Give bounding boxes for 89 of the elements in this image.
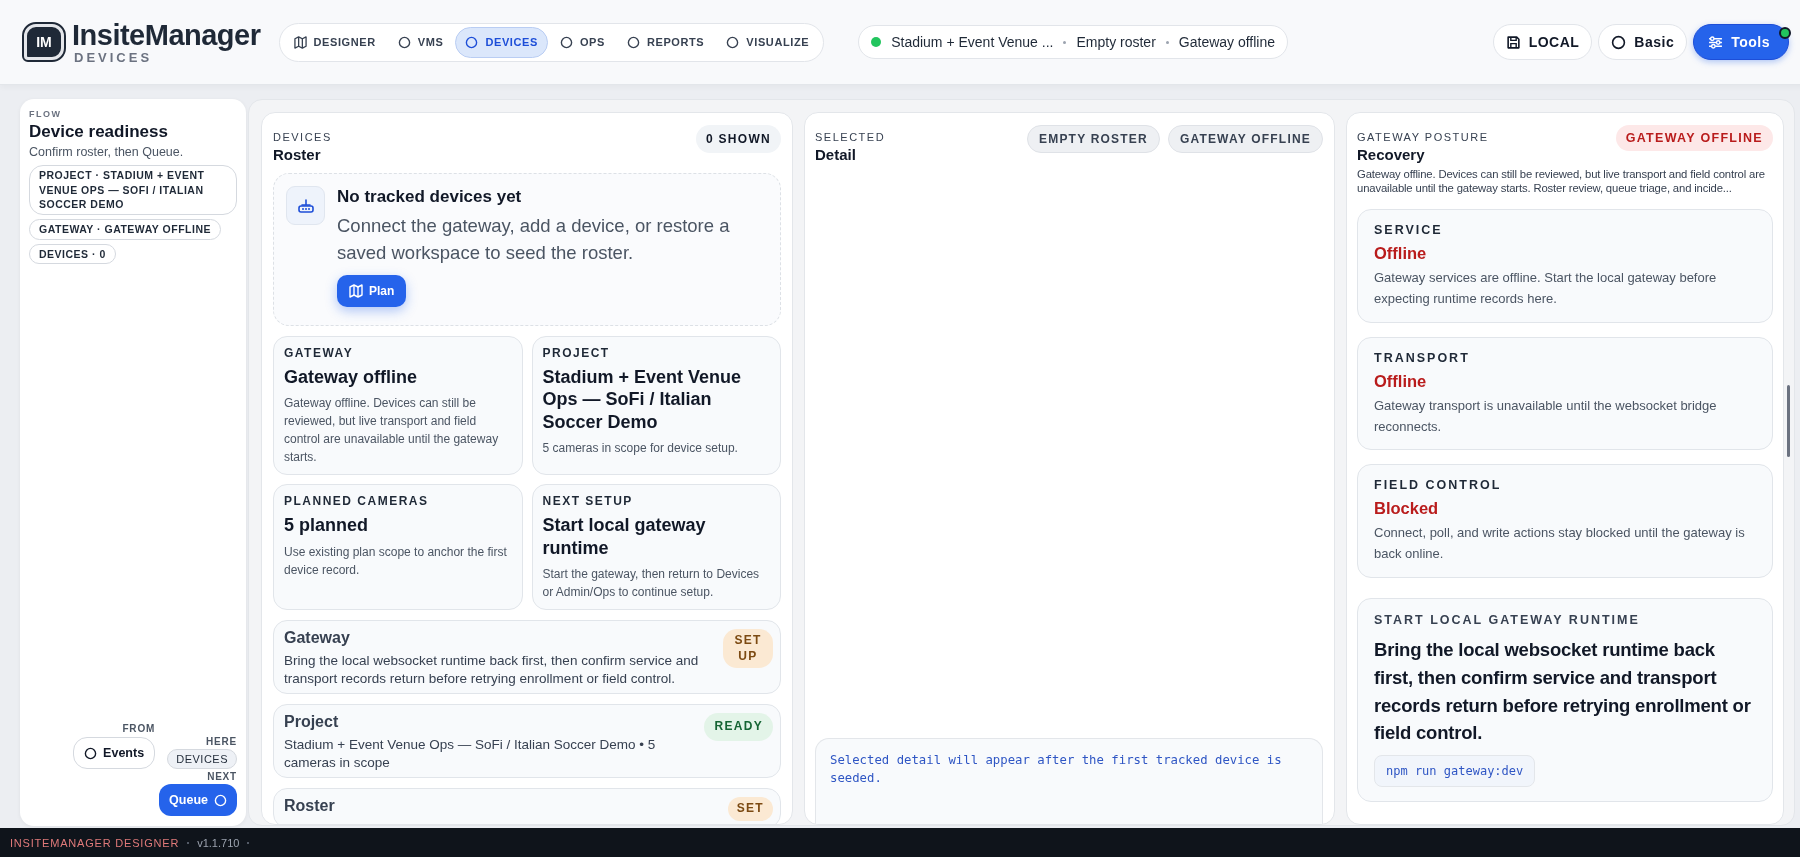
row-text: Bring the local websocket runtime back first, then confirm service and transport records return before retrying enrollment or field control. xyxy=(284,652,700,688)
nav-tab[interactable]: OPS xyxy=(549,26,615,58)
context-chip: PROJECT · STADIUM + EVENT VENUE OPS — SOFI / ITALIAN SOCCER DEMO xyxy=(29,165,237,216)
card-label: NEXT SETUP xyxy=(542,494,634,509)
circle-icon xyxy=(626,35,640,49)
status-badge: GATEWAY OFFLINE xyxy=(1615,125,1773,151)
step-label: START LOCAL GATEWAY RUNTIME xyxy=(1374,613,1641,627)
version-text: v1.1.710 xyxy=(197,836,240,849)
section-title: Detail xyxy=(815,146,857,163)
empty-title: No tracked devices yet xyxy=(337,187,523,207)
here-label: HERE xyxy=(206,736,237,747)
circle-icon xyxy=(397,35,411,49)
section-title: Roster xyxy=(273,146,322,163)
section-title: Recovery xyxy=(1357,146,1426,163)
next-label: NEXT xyxy=(206,771,237,782)
plan-button[interactable]: Plan xyxy=(337,274,407,307)
status-badge: SET UP xyxy=(723,629,773,669)
circle-icon xyxy=(465,35,479,49)
from-label: FROM xyxy=(121,723,156,734)
check-value: Offline xyxy=(1374,244,1428,264)
brand-subtitle: DEVICES xyxy=(74,50,153,64)
save-icon xyxy=(1505,34,1521,50)
action-button[interactable]: Basic xyxy=(1598,24,1688,60)
nav-tab[interactable]: VMS xyxy=(387,26,454,58)
check-text: Gateway services are offline. Start the local gateway before expecting runtime records here. xyxy=(1374,269,1718,308)
check-text: Gateway transport is unavailable until the websocket bridge reconnects. xyxy=(1374,396,1718,436)
nav-tab[interactable]: REPORTS xyxy=(616,26,715,58)
section-label: SELECTED xyxy=(815,131,886,143)
current-step: DEVICES xyxy=(167,749,237,769)
card-label: PLANNED CAMERAS xyxy=(284,494,430,509)
nav-tab[interactable]: DEVICES xyxy=(455,26,548,58)
status-badge: SET xyxy=(727,797,773,821)
circle-icon xyxy=(1611,34,1627,50)
posture-text: Gateway offline. Devices can still be reviewed, but live transport and field control are unavailable until the gateway starts. Roster review, queue triage, and incide... xyxy=(1357,167,1766,196)
section-label: GATEWAY POSTURE xyxy=(1357,131,1489,143)
status-text: Stadium + Event Venue ... xyxy=(891,34,1054,50)
circle-icon xyxy=(214,793,227,807)
nav-tab[interactable]: DESIGNER xyxy=(283,26,386,58)
card-label: PROJECT xyxy=(542,345,611,360)
command-snippet: npm run gateway:dev xyxy=(1374,755,1536,787)
scrollbar-thumb[interactable] xyxy=(1787,385,1790,457)
card-title: Start local gateway runtime xyxy=(542,514,707,560)
row-text: Stadium + Event Venue Ops — SoFi / Italian Soccer Demo • 5 cameras in scope xyxy=(284,736,657,772)
brand-name: InsiteManager xyxy=(72,20,261,50)
status-badge: READY xyxy=(704,713,773,741)
placeholder-note: Selected detail will appear after the first tracked device is seeded. xyxy=(815,738,1323,824)
empty-text: Connect the gateway, add a device, or restore a saved workspace to seed the roster. xyxy=(337,214,731,265)
check-label: FIELD CONTROL xyxy=(1374,478,1503,493)
card-title: Stadium + Event Venue Ops — SoFi / Italian Soccer Demo xyxy=(542,365,743,434)
card-title: Gateway offline xyxy=(284,365,419,389)
map-icon xyxy=(349,283,363,298)
from-button[interactable]: Events xyxy=(73,737,156,769)
card-text: Use existing plan scope to anchor the first device record. xyxy=(284,543,508,579)
circle-icon xyxy=(84,746,98,760)
check-text: Connect, poll, and write actions stay blocked until the gateway is back online. xyxy=(1374,524,1746,564)
action-button[interactable]: Tools xyxy=(1693,24,1789,60)
status-text: Gateway offline xyxy=(1178,34,1276,50)
step-text: Bring the local websocket runtime back first, then confirm service and transport records return before retrying enrollment or field control. xyxy=(1374,638,1752,746)
circle-icon xyxy=(726,35,740,49)
section-label: DEVICES xyxy=(273,131,332,143)
map-icon xyxy=(293,35,307,49)
next-button[interactable]: Queue xyxy=(159,784,237,816)
check-label: SERVICE xyxy=(1374,223,1444,238)
row-title: Project xyxy=(284,713,340,732)
status-text: Empty roster xyxy=(1076,34,1156,50)
check-value: Offline xyxy=(1374,371,1428,391)
card-text: Gateway offline. Devices can still be reviewed, but live transport and field control are unavailable until the gateway starts. xyxy=(284,395,500,467)
action-button[interactable]: LOCAL xyxy=(1492,24,1593,60)
count-badge: 0 SHOWN xyxy=(695,125,781,153)
status-tag: GATEWAY OFFLINE xyxy=(1167,125,1323,153)
card-text: 5 cameras in scope for device setup. xyxy=(542,440,739,458)
router-icon xyxy=(296,197,315,214)
check-label: TRANSPORT xyxy=(1374,350,1471,365)
flow-hint: Confirm roster, then Queue. xyxy=(29,145,185,159)
status-dot xyxy=(871,37,882,47)
nav-tab[interactable]: VISUALIZE xyxy=(716,26,820,58)
circle-icon xyxy=(559,35,573,49)
app-name: INSITEMANAGER DESIGNER xyxy=(10,836,180,849)
row-title: Roster xyxy=(284,797,335,816)
card-label: GATEWAY xyxy=(284,345,355,360)
flow-label: FLOW xyxy=(29,109,63,119)
card-title: 5 planned xyxy=(284,514,369,537)
flow-title: Device readiness xyxy=(29,122,169,142)
logo: IM xyxy=(24,24,64,60)
card-text: Start the gateway, then return to Devices or Admin/Ops to continue setup. xyxy=(542,566,761,602)
check-value: Blocked xyxy=(1374,499,1440,519)
status-tag: EMPTY ROSTER xyxy=(1027,125,1160,153)
sliders-icon xyxy=(1708,34,1724,50)
row-title: Gateway xyxy=(284,629,351,648)
